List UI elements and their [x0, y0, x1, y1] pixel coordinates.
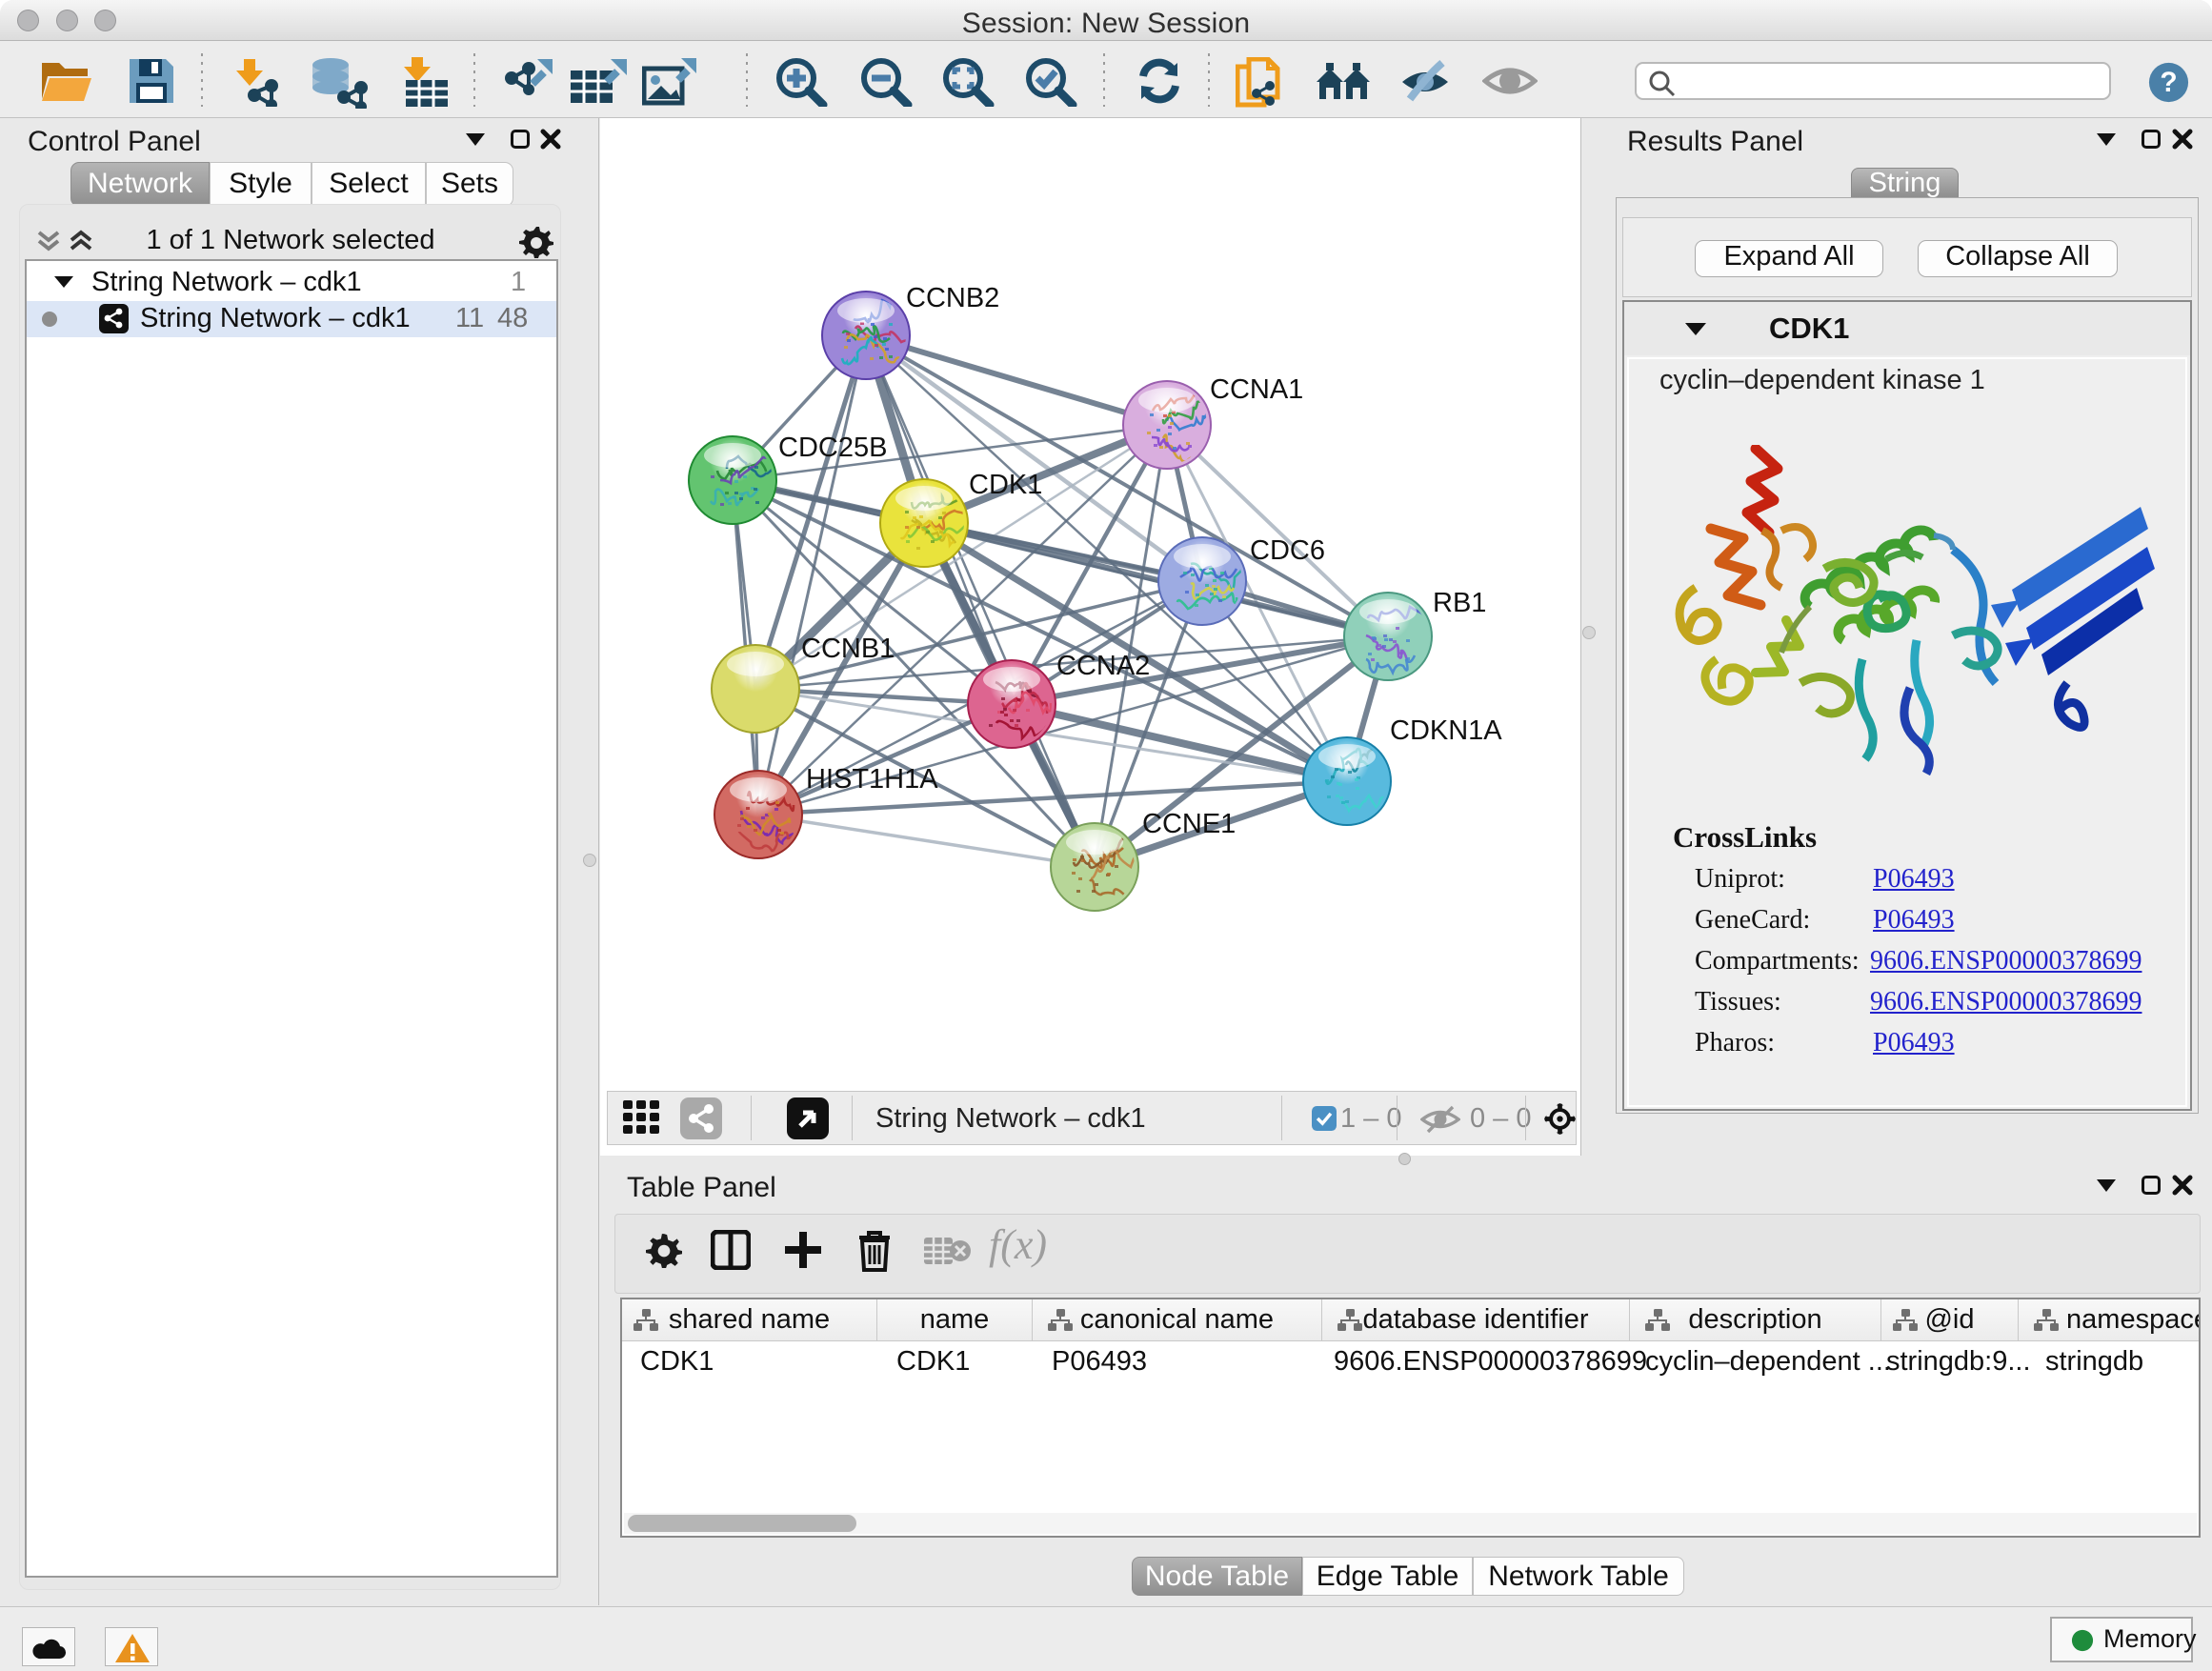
svg-text:CDK1: CDK1 — [969, 470, 1042, 500]
svg-text:CCNB2: CCNB2 — [906, 283, 999, 313]
svg-text:CCNA2: CCNA2 — [1056, 651, 1150, 681]
svg-text:RB1: RB1 — [1433, 588, 1486, 618]
svg-text:CDC25B: CDC25B — [778, 433, 887, 463]
svg-text:CDC6: CDC6 — [1250, 535, 1325, 566]
svg-text:HIST1H1A: HIST1H1A — [806, 764, 938, 795]
svg-text:CCNA1: CCNA1 — [1210, 374, 1303, 405]
svg-text:CDKN1A: CDKN1A — [1390, 715, 1502, 746]
svg-text:?: ? — [2160, 67, 2177, 98]
svg-text:CCNE1: CCNE1 — [1142, 809, 1236, 839]
svg-text:CCNB1: CCNB1 — [801, 634, 895, 664]
